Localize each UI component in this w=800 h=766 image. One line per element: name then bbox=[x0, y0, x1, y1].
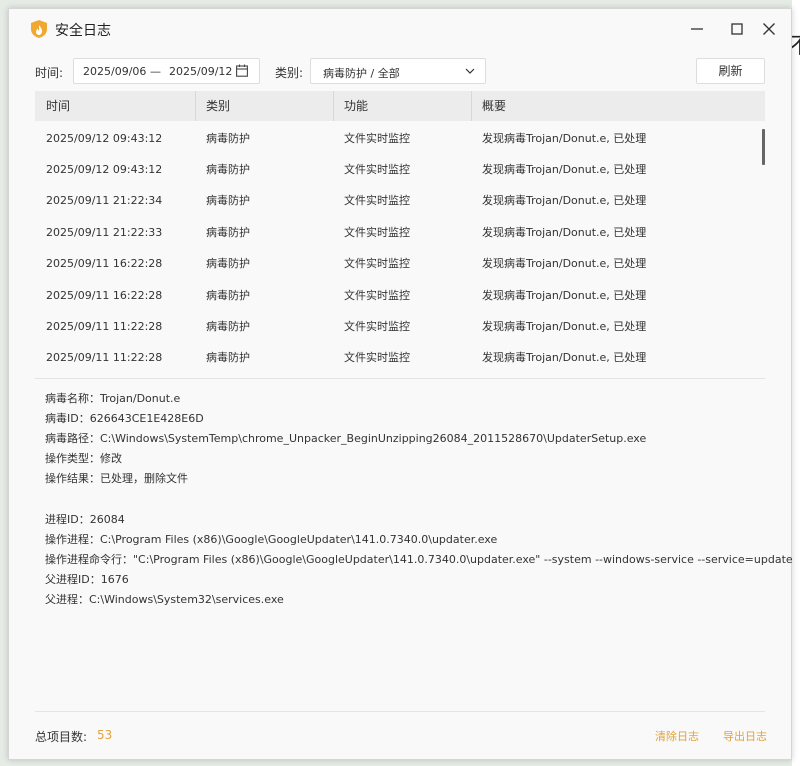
cell-function: 文件实时监控 bbox=[344, 289, 410, 302]
column-header-summary[interactable]: 概要 bbox=[471, 91, 765, 121]
cell-time: 2025/09/11 21:22:34 bbox=[46, 194, 163, 207]
table-detail-divider bbox=[35, 378, 765, 379]
cell-summary: 发现病毒Trojan/Donut.e, 已处理 bbox=[482, 226, 647, 239]
cell-summary: 发现病毒Trojan/Donut.e, 已处理 bbox=[482, 194, 647, 207]
detail-virus-id: 病毒ID：626643CE1E428E6D bbox=[45, 412, 204, 425]
security-log-window: 安全日志 时间: 2025/09/06 — 2025/09/12 类别: 病毒防… bbox=[8, 8, 793, 760]
minimize-icon[interactable] bbox=[687, 19, 707, 39]
cell-category: 病毒防护 bbox=[206, 257, 250, 270]
cell-category: 病毒防护 bbox=[206, 226, 250, 239]
cell-function: 文件实时监控 bbox=[344, 351, 410, 364]
table-scrollbar-thumb[interactable] bbox=[762, 129, 765, 165]
table-row[interactable]: 2025/09/11 11:22:28 病毒防护 文件实时监控 发现病毒Troj… bbox=[35, 311, 757, 342]
time-filter-label: 时间: bbox=[35, 66, 64, 80]
cell-summary: 发现病毒Trojan/Donut.e, 已处理 bbox=[482, 320, 647, 333]
detail-process-path: 操作进程：C:\Program Files (x86)\Google\Googl… bbox=[45, 533, 498, 546]
date-start[interactable]: 2025/09/06 bbox=[83, 65, 146, 78]
column-header-time[interactable]: 时间 bbox=[35, 91, 195, 121]
column-header-function[interactable]: 功能 bbox=[333, 91, 471, 121]
detail-virus-path: 病毒路径：C:\Windows\SystemTemp\chrome_Unpack… bbox=[45, 432, 647, 445]
cell-summary: 发现病毒Trojan/Donut.e, 已处理 bbox=[482, 163, 647, 176]
cell-category: 病毒防护 bbox=[206, 163, 250, 176]
cell-category: 病毒防护 bbox=[206, 132, 250, 145]
cell-summary: 发现病毒Trojan/Donut.e, 已处理 bbox=[482, 289, 647, 302]
filter-bar: 时间: 2025/09/06 — 2025/09/12 类别: 病毒防护 / 全… bbox=[9, 57, 791, 87]
detail-process-id: 进程ID：26084 bbox=[45, 513, 125, 526]
category-select[interactable]: 病毒防护 / 全部 bbox=[310, 58, 486, 84]
detail-operation-result: 操作结果：已处理，删除文件 bbox=[45, 472, 188, 485]
cell-time: 2025/09/11 21:22:33 bbox=[46, 226, 163, 239]
table-row[interactable]: 2025/09/11 11:22:28 病毒防护 文件实时监控 发现病毒Troj… bbox=[35, 342, 757, 373]
cell-summary: 发现病毒Trojan/Donut.e, 已处理 bbox=[482, 132, 647, 145]
cell-time: 2025/09/11 11:22:28 bbox=[46, 351, 163, 364]
category-select-value: 病毒防护 / 全部 bbox=[323, 67, 400, 80]
column-header-category[interactable]: 类别 bbox=[195, 91, 333, 121]
fire-shield-icon bbox=[31, 20, 47, 38]
table-row[interactable]: 2025/09/11 21:22:34 病毒防护 文件实时监控 发现病毒Troj… bbox=[35, 185, 757, 216]
cell-category: 病毒防护 bbox=[206, 351, 250, 364]
detail-process-cmdline: 操作进程命令行："C:\Program Files (x86)\Google\G… bbox=[45, 553, 793, 566]
clear-log-button[interactable]: 清除日志 bbox=[655, 728, 699, 744]
cell-time: 2025/09/12 09:43:12 bbox=[46, 163, 163, 176]
table-row[interactable]: 2025/09/12 09:43:12 病毒防护 文件实时监控 发现病毒Troj… bbox=[35, 154, 757, 185]
cell-category: 病毒防护 bbox=[206, 320, 250, 333]
background-window-strip bbox=[792, 0, 800, 766]
detail-parent-process-id: 父进程ID：1676 bbox=[45, 573, 129, 586]
total-count-label: 总项目数: bbox=[35, 730, 88, 744]
refresh-button[interactable]: 刷新 bbox=[696, 58, 765, 84]
cell-category: 病毒防护 bbox=[206, 194, 250, 207]
cell-summary: 发现病毒Trojan/Donut.e, 已处理 bbox=[482, 257, 647, 270]
window-title: 安全日志 bbox=[55, 23, 111, 39]
table-row[interactable]: 2025/09/12 09:43:12 病毒防护 文件实时监控 发现病毒Troj… bbox=[35, 123, 757, 154]
cell-time: 2025/09/12 09:43:12 bbox=[46, 132, 163, 145]
cell-time: 2025/09/11 16:22:28 bbox=[46, 289, 163, 302]
cell-summary: 发现病毒Trojan/Donut.e, 已处理 bbox=[482, 351, 647, 364]
total-count-value: 53 bbox=[97, 728, 113, 742]
cell-function: 文件实时监控 bbox=[344, 257, 410, 270]
calendar-icon[interactable] bbox=[236, 64, 248, 77]
table-row[interactable]: 2025/09/11 16:22:28 病毒防护 文件实时监控 发现病毒Troj… bbox=[35, 248, 757, 279]
cell-time: 2025/09/11 16:22:28 bbox=[46, 257, 163, 270]
cell-function: 文件实时监控 bbox=[344, 163, 410, 176]
cell-time: 2025/09/11 11:22:28 bbox=[46, 320, 163, 333]
cell-category: 病毒防护 bbox=[206, 289, 250, 302]
footer-divider bbox=[35, 711, 765, 712]
title-bar: 安全日志 bbox=[9, 9, 791, 49]
date-separator: — bbox=[150, 65, 161, 78]
table-row[interactable]: 2025/09/11 16:22:28 病毒防护 文件实时监控 发现病毒Troj… bbox=[35, 280, 757, 311]
detail-virus-name: 病毒名称：Trojan/Donut.e bbox=[45, 392, 181, 405]
log-table: 2025/09/12 09:43:12 病毒防护 文件实时监控 发现病毒Troj… bbox=[35, 123, 765, 377]
table-header: 时间 类别 功能 概要 bbox=[35, 91, 765, 121]
close-icon[interactable] bbox=[759, 19, 779, 39]
export-log-button[interactable]: 导出日志 bbox=[723, 728, 767, 744]
category-filter-label: 类别: bbox=[275, 66, 304, 80]
detail-parent-process: 父进程：C:\Windows\System32\services.exe bbox=[45, 593, 284, 606]
cell-function: 文件实时监控 bbox=[344, 320, 410, 333]
detail-operation-type: 操作类型：修改 bbox=[45, 452, 122, 465]
table-row[interactable]: 2025/09/11 21:22:33 病毒防护 文件实时监控 发现病毒Troj… bbox=[35, 217, 757, 248]
cell-function: 文件实时监控 bbox=[344, 226, 410, 239]
maximize-icon[interactable] bbox=[727, 19, 747, 39]
date-end[interactable]: 2025/09/12 bbox=[169, 65, 232, 78]
cell-function: 文件实时监控 bbox=[344, 194, 410, 207]
chevron-down-icon[interactable] bbox=[465, 68, 475, 75]
cell-function: 文件实时监控 bbox=[344, 132, 410, 145]
date-range-picker[interactable]: 2025/09/06 — 2025/09/12 bbox=[73, 58, 260, 84]
